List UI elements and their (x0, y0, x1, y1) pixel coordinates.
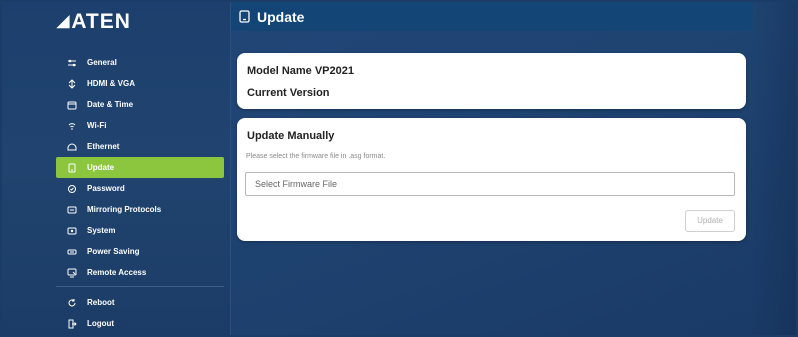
logout-icon (66, 318, 78, 330)
sidebar-item-logout[interactable]: Logout (56, 313, 224, 334)
background-edge (751, 2, 796, 335)
sidebar-item-update[interactable]: Update (56, 157, 224, 178)
sidebar-item-label: Power Saving (87, 247, 140, 256)
firmware-file-input[interactable]: Select Firmware File (245, 172, 735, 196)
calendar-icon (66, 99, 78, 111)
update-icon (239, 10, 250, 23)
sidebar-item-label: Mirroring Protocols (87, 205, 162, 214)
reboot-icon (66, 297, 78, 309)
sidebar-item-label: System (87, 226, 116, 235)
sidebar-item-hdmi-vga[interactable]: HDMI & VGA (56, 73, 224, 94)
sidebar-item-label: Date & Time (87, 100, 134, 109)
sidebar-item-label: General (87, 58, 117, 67)
update-manually-card: Update Manually Please select the firmwa… (237, 118, 746, 241)
sidebar-nav: General HDMI & VGA Date & Time Wi-Fi Eth… (56, 52, 224, 334)
sidebar-item-label: Ethernet (87, 142, 120, 151)
sidebar-item-label: Update (87, 163, 115, 172)
sidebar-item-label: Logout (87, 319, 115, 328)
hdmi-icon (66, 78, 78, 90)
mirroring-icon (66, 204, 78, 216)
remote-access-icon (66, 267, 78, 279)
sidebar-item-wifi[interactable]: Wi-Fi (56, 115, 224, 136)
sidebar-item-password[interactable]: Password (56, 178, 224, 199)
sidebar-item-remote-access[interactable]: Remote Access (56, 262, 224, 283)
system-icon (66, 225, 78, 237)
sidebar-item-label: Remote Access (87, 268, 147, 277)
sidebar-item-power-saving[interactable]: Power Saving (56, 241, 224, 262)
model-name: Model Name VP2021 (247, 65, 354, 77)
sidebar-item-mirroring-protocols[interactable]: Mirroring Protocols (56, 199, 224, 220)
sidebar-item-label: Password (87, 184, 125, 193)
sidebar-item-label: HDMI & VGA (87, 79, 135, 88)
aten-logo: ◢ATEN (57, 10, 131, 33)
sidebar-item-ethernet[interactable]: Ethernet (56, 136, 224, 157)
update-manually-title: Update Manually (247, 130, 335, 142)
ethernet-icon (66, 141, 78, 153)
sidebar-item-reboot[interactable]: Reboot (56, 292, 224, 313)
page-header: Update (231, 2, 753, 31)
update-button[interactable]: Update (685, 210, 735, 232)
device-info-card: Model Name VP2021 Current Version (237, 53, 746, 109)
power-saving-icon (66, 246, 78, 258)
password-icon (66, 183, 78, 195)
sidebar: ◢ATEN General HDMI & VGA Date & Time Wi-… (2, 2, 231, 335)
sidebar-divider (56, 286, 224, 287)
settings-sliders-icon (66, 57, 78, 69)
firmware-format-hint: Please select the firmware file in .asg … (246, 153, 386, 160)
wifi-icon (66, 120, 78, 132)
app-frame: ◢ATEN General HDMI & VGA Date & Time Wi-… (2, 2, 796, 335)
sidebar-item-general[interactable]: General (56, 52, 224, 73)
update-icon (66, 162, 78, 174)
sidebar-item-label: Wi-Fi (87, 121, 107, 130)
sidebar-item-label: Reboot (87, 298, 115, 307)
sidebar-item-date-time[interactable]: Date & Time (56, 94, 224, 115)
sidebar-item-system[interactable]: System (56, 220, 224, 241)
page-title: Update (257, 8, 305, 25)
current-version: Current Version (247, 87, 330, 99)
